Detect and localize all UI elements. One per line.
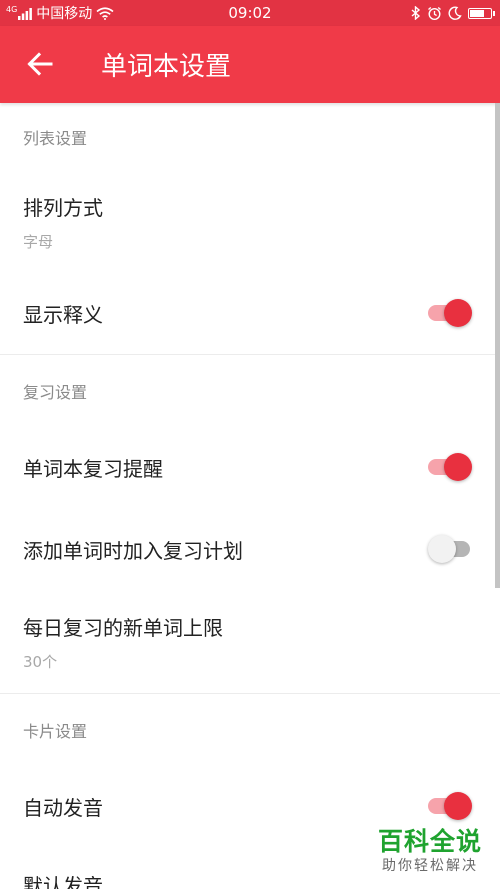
toggle-thumb <box>444 453 472 481</box>
page-title: 单词本设置 <box>101 52 232 82</box>
status-bar: 4G 中国移动 09:02 <box>0 0 500 26</box>
section-header-review: 复习设置 <box>23 383 88 402</box>
setting-value: 字母 <box>23 232 54 251</box>
toggle-thumb <box>444 299 472 327</box>
scrollbar[interactable] <box>495 103 500 588</box>
setting-daily-new-word-limit[interactable]: 每日复习的新单词上限 30个 <box>0 591 500 693</box>
status-time: 09:02 <box>228 4 272 22</box>
setting-add-to-review-plan[interactable]: 添加单词时加入复习计划 <box>0 507 500 591</box>
battery-fill <box>470 9 485 17</box>
watermark-main: 百科全说 <box>377 827 482 856</box>
section-header-list: 列表设置 <box>23 129 88 148</box>
back-button[interactable] <box>18 40 62 88</box>
status-right <box>411 0 495 26</box>
arrow-left-icon <box>27 52 53 76</box>
watermark: 百科全说 助你轻松解决 <box>374 827 486 881</box>
setting-sort-order[interactable]: 排列方式 字母 <box>0 171 500 272</box>
toggle-thumb <box>428 535 456 563</box>
watermark-sub: 助你轻松解决 <box>382 858 478 874</box>
alarm-icon <box>428 6 441 20</box>
screen: 4G 中国移动 09:02 单词本设置 列表设置 排列方式 字母 显示释义 复习… <box>0 0 500 889</box>
setting-title: 排列方式 <box>23 195 103 220</box>
setting-review-reminder[interactable]: 单词本复习提醒 <box>0 427 500 507</box>
bluetooth-icon <box>411 6 421 20</box>
settings-list: 列表设置 排列方式 字母 显示释义 复习设置 单词本复习提醒 添加单词时加入复习… <box>0 103 500 889</box>
app-bar: 单词本设置 <box>0 26 500 103</box>
auto-pronounce-toggle[interactable] <box>428 790 472 822</box>
section-header-card: 卡片设置 <box>23 722 88 741</box>
review-reminder-toggle[interactable] <box>428 451 472 483</box>
setting-show-meaning[interactable]: 显示释义 <box>0 272 500 354</box>
battery-icon <box>468 7 495 19</box>
add-to-plan-toggle[interactable] <box>428 533 472 565</box>
setting-value: 30个 <box>23 653 58 671</box>
moon-icon <box>448 6 462 20</box>
setting-title: 每日复习的新单词上限 <box>23 616 223 640</box>
show-meaning-toggle[interactable] <box>428 297 472 329</box>
toggle-thumb <box>444 792 472 820</box>
